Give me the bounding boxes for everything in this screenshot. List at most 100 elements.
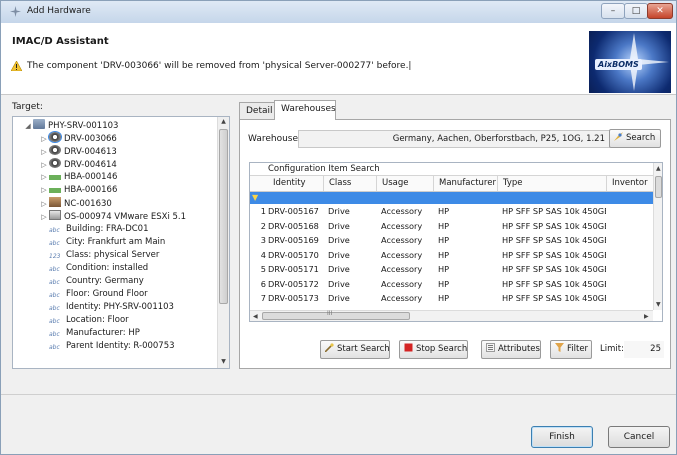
target-tree[interactable]: ◢ PHY-SRV-001103 ▷ DRV-003066 ▷ DRV-004613 ▷ DR… (12, 116, 230, 369)
cell-type: HP SFF SP SAS 10k 450GB (502, 293, 606, 303)
tree-item[interactable]: ▷ NC-001630 (39, 197, 112, 209)
tree-toggle-icon[interactable]: ▷ (39, 171, 49, 183)
table-row[interactable]: 1 DRV-005167 Drive Accessory HP HP SFF SP SAS… (250, 206, 653, 217)
tree-toggle-icon[interactable]: ▷ (39, 198, 49, 210)
cell-type: HP SFF SP SAS 10k 450GB (502, 249, 606, 260)
tree-item[interactable]: abc Floor: Ground Floor (39, 288, 148, 300)
tree-item[interactable]: abc Parent Identity: R-000753 (39, 340, 175, 352)
text-attribute-icon: abc (49, 292, 60, 299)
tree-item-label: DRV-003066 (64, 134, 117, 144)
add-hardware-dialog: Add Hardware – □ ✕ IMAC/D Assistant The … (0, 0, 677, 455)
table-row[interactable]: 2 DRV-005168 Drive Accessory HP HP SFF SP SAS… (250, 221, 653, 232)
tree-scroll-thumb[interactable] (219, 129, 228, 304)
tree-item[interactable]: ▷ HBA-000146 (39, 171, 117, 183)
warehouse-field[interactable]: Germany, Aachen, Oberforstbach, P25, 1OG… (298, 130, 610, 148)
number-attribute-icon: 123 (49, 253, 61, 260)
tree-item[interactable]: abc Building: FRA-DC01 (39, 223, 149, 235)
warehouses-panel: Warehouse: Germany, Aachen, Oberforstbac… (239, 119, 671, 369)
hba-icon (49, 188, 61, 193)
tree-item[interactable]: ▷ OS-000974 VMware ESXi 5.1 (39, 210, 186, 222)
tree-toggle-icon[interactable]: ▷ (39, 159, 49, 171)
scroll-down-arrow-icon[interactable]: ▼ (656, 301, 661, 308)
stop-search-button[interactable]: Stop Search (399, 340, 468, 359)
cell-usage: Accessory (381, 220, 423, 231)
finish-button[interactable]: Finish (531, 426, 593, 448)
cell-manufacturer: HP (438, 264, 450, 274)
scroll-up-arrow-icon[interactable]: ▲ (656, 165, 661, 172)
cell-type: HP SFF SP SAS 10k 450GB (502, 264, 606, 274)
filter-button[interactable]: Filter (550, 340, 592, 359)
column-header-inventory[interactable]: Inventor (606, 176, 653, 191)
tree-item-label: Class: physical Server (66, 250, 160, 260)
tree-toggle-icon[interactable]: ◢ (23, 120, 33, 132)
tree-scrollbar[interactable]: ▲ ▼ (217, 117, 229, 368)
table-hscroll-thumb[interactable]: III (262, 310, 410, 320)
table-row[interactable]: 3 DRV-005169 Drive Accessory HP HP SFF SP SAS… (250, 235, 653, 246)
tree-item[interactable]: ◢ PHY-SRV-001103 (23, 119, 118, 131)
tree-item[interactable]: abc City: Frankfurt am Main (39, 236, 165, 248)
tree-item-label: Country: Germany (66, 276, 144, 286)
logo-text: AixBOMS (595, 59, 642, 70)
cell-identity: DRV-005167 (268, 206, 319, 216)
column-header-type[interactable]: Type (497, 176, 606, 191)
search-button[interactable]: Search (609, 129, 661, 148)
table-row[interactable]: 7 DRV-005173 Drive Accessory HP HP SFF SP SAS… (250, 293, 653, 304)
tree-toggle-icon[interactable]: ▷ (39, 184, 49, 196)
scroll-up-arrow-icon[interactable]: ▲ (218, 118, 229, 125)
tree-item[interactable]: ▷ DRV-004614 (39, 158, 117, 170)
configuration-item-table[interactable]: Configuration Item Search Identity Class… (249, 162, 663, 322)
tree-item[interactable]: abc Identity: PHY-SRV-001103 (39, 301, 174, 313)
tree-item-label: DRV-004613 (64, 147, 117, 157)
tree-item[interactable]: abc Country: Germany (39, 275, 144, 287)
table-horizontal-scrollbar[interactable]: ◀ III ▶ (250, 310, 653, 321)
tree-toggle-icon[interactable]: ▷ (39, 146, 49, 158)
tree-toggle-icon[interactable]: ▷ (39, 211, 49, 223)
tree-item[interactable]: abc Location: Floor (39, 314, 129, 326)
cell-class: Drive (328, 278, 350, 289)
column-header-usage[interactable]: Usage (376, 176, 433, 191)
title-bar: Add Hardware – □ ✕ (1, 1, 676, 23)
column-header-class[interactable]: Class (323, 176, 376, 191)
stop-search-label: Stop Search (416, 344, 468, 354)
filter-funnel-icon[interactable]: ▼ (252, 193, 258, 202)
limit-field[interactable]: 25 (624, 341, 664, 358)
tab-detail[interactable]: Detail (239, 102, 275, 120)
cell-manufacturer: HP (438, 235, 450, 245)
table-vertical-scrollbar[interactable]: ▲ ▼ (653, 163, 662, 310)
table-row[interactable]: 4 DRV-005170 Drive Accessory HP HP SFF SP SAS… (250, 250, 653, 261)
cancel-button[interactable]: Cancel (608, 426, 670, 448)
attributes-button[interactable]: Attributes (481, 340, 541, 359)
tree-toggle-icon[interactable]: ▷ (39, 133, 49, 145)
tree-item-label: Building: FRA-DC01 (66, 224, 149, 234)
tree-item[interactable]: ▷ DRV-003066 (39, 132, 117, 144)
text-attribute-icon: abc (49, 266, 60, 273)
row-number: 3 (260, 235, 266, 245)
maximize-button[interactable]: □ (624, 3, 648, 19)
tree-item[interactable]: abc Manufacturer: HP (39, 327, 140, 339)
column-header-manufacturer[interactable]: Manufacturer (433, 176, 497, 191)
close-button[interactable]: ✕ (647, 3, 673, 19)
minimize-button[interactable]: – (601, 3, 625, 19)
tree-item[interactable]: abc Condition: installed (39, 262, 148, 274)
stop-icon (404, 343, 413, 352)
cell-manufacturer: HP (438, 293, 450, 303)
table-vscroll-thumb[interactable] (655, 176, 662, 198)
tree-item[interactable]: ▷ HBA-000166 (39, 184, 117, 196)
scroll-down-arrow-icon[interactable]: ▼ (218, 358, 229, 365)
assistant-header: IMAC/D Assistant The component 'DRV-0030… (1, 23, 676, 95)
tree-item[interactable]: 123 Class: physical Server (39, 249, 159, 261)
tab-warehouses[interactable]: Warehouses (274, 100, 336, 120)
tree-item[interactable]: ▷ DRV-004613 (39, 145, 117, 157)
text-attribute-icon: abc (49, 331, 60, 338)
cell-identity: DRV-005170 (268, 249, 319, 260)
filter-row[interactable]: ▼ (250, 192, 653, 204)
scroll-left-arrow-icon[interactable]: ◀ (253, 313, 258, 320)
scroll-right-arrow-icon[interactable]: ▶ (644, 313, 649, 320)
text-attribute-icon: abc (49, 227, 60, 234)
table-row[interactable]: 6 DRV-005172 Drive Accessory HP HP SFF SP SAS… (250, 279, 653, 290)
drive-icon (49, 145, 61, 155)
cell-manufacturer: HP (438, 249, 450, 260)
column-header-identity[interactable]: Identity (268, 176, 323, 191)
start-search-button[interactable]: Start Search (320, 340, 390, 359)
table-row[interactable]: 5 DRV-005171 Drive Accessory HP HP SFF SP SAS… (250, 264, 653, 275)
